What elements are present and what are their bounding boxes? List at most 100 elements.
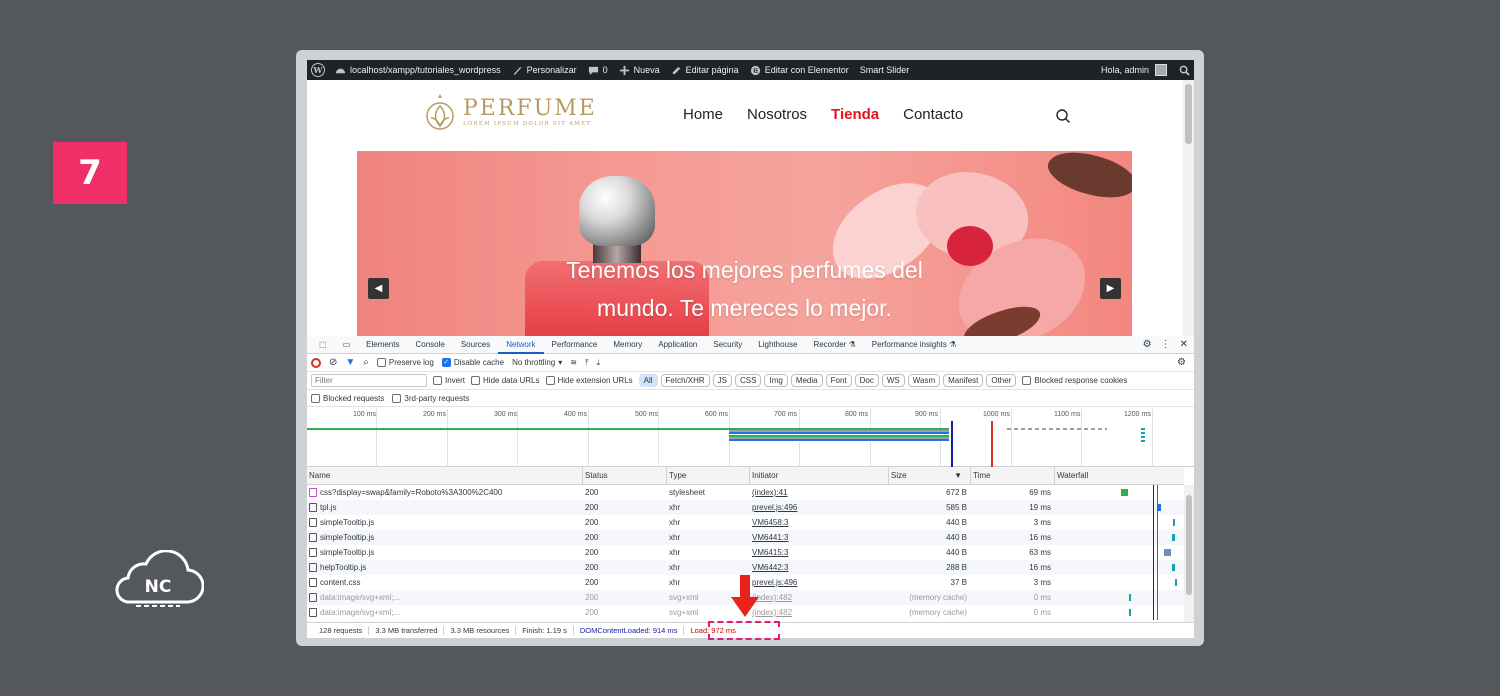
throttling-select[interactable]: No throttling ▾	[512, 358, 562, 367]
close-icon[interactable]: ✕	[1180, 339, 1188, 350]
tab-network[interactable]: Network	[498, 336, 544, 354]
tab-performance-insights[interactable]: Performance insights ⚗	[864, 336, 965, 354]
table-row[interactable]: css?display=swap&family=Roboto%3A300%2C4…	[307, 485, 1184, 500]
table-row[interactable]: simpleTooltip.js 200 xhr VM6415:3 440 B 63 ms	[307, 545, 1184, 560]
request-name-cell[interactable]: simpleTooltip.js	[307, 518, 583, 527]
column-header-type[interactable]: Type	[667, 467, 750, 485]
nav-item-contacto[interactable]: Contacto	[903, 106, 963, 123]
request-name-cell[interactable]: simpleTooltip.js	[307, 533, 583, 542]
tab-recorder[interactable]: Recorder ⚗	[805, 336, 863, 354]
requests-scrollbar-thumb[interactable]	[1186, 495, 1192, 595]
search-icon[interactable]: ⌕	[363, 357, 369, 368]
tab-elements[interactable]: Elements	[358, 336, 407, 354]
request-name-cell[interactable]: helpTooltip.js	[307, 563, 583, 572]
request-initiator-link[interactable]: (index):41	[750, 488, 889, 497]
preserve-log-checkbox[interactable]: Preserve log	[376, 358, 434, 367]
site-logo[interactable]: PERFUME LOREM IPSUM DOLOR SIT AMET	[425, 92, 597, 132]
customize-link[interactable]: Personalizar	[512, 65, 577, 76]
download-icon[interactable]: ⤓	[596, 358, 600, 368]
inspect-icon[interactable]: ⬚	[311, 336, 335, 354]
blocked-requests-checkbox[interactable]: Blocked requests	[311, 393, 384, 403]
edit-elementor-link[interactable]: Editar con Elementor	[750, 65, 849, 76]
table-row[interactable]: simpleTooltip.js 200 xhr VM6441:3 440 B 16 ms	[307, 530, 1184, 545]
blocked-cookies-checkbox[interactable]: Blocked response cookies	[1022, 376, 1127, 385]
request-initiator-link[interactable]: prevel.js:496	[750, 503, 889, 512]
disable-cache-checkbox[interactable]: ✓ Disable cache	[441, 358, 504, 367]
request-initiator-link[interactable]: VM6458:3	[750, 518, 889, 527]
column-header-name[interactable]: Name	[307, 467, 583, 485]
filter-manifest[interactable]: Manifest	[943, 374, 984, 387]
tab-lighthouse[interactable]: Lighthouse	[750, 336, 805, 354]
filter-fetch-xhr[interactable]: Fetch/XHR	[660, 374, 710, 387]
tab-performance[interactable]: Performance	[544, 336, 606, 354]
filter-wasm[interactable]: Wasm	[907, 374, 941, 387]
hide-extension-urls-checkbox[interactable]: Hide extension URLs	[545, 376, 633, 385]
column-header-time[interactable]: Time	[971, 467, 1055, 485]
invert-checkbox[interactable]: Invert	[433, 376, 465, 385]
page-scrollbar-thumb[interactable]	[1185, 84, 1192, 144]
network-settings-gear-icon[interactable]: ⚙	[1177, 357, 1186, 368]
column-header-size[interactable]: Size ▼	[889, 467, 971, 485]
table-row[interactable]: simpleTooltip.js 200 xhr VM6458:3 440 B 3 ms	[307, 515, 1184, 530]
nav-item-home[interactable]: Home	[683, 106, 723, 123]
blocked-requests-box[interactable]	[311, 393, 320, 403]
filter-ws[interactable]: WS	[881, 374, 905, 387]
filter-doc[interactable]: Doc	[854, 374, 879, 387]
request-name-cell[interactable]: data:image/svg+xml;...	[307, 593, 583, 602]
slider-prev-button[interactable]: ◀	[368, 278, 389, 299]
request-initiator-link[interactable]: VM6441:3	[750, 533, 889, 542]
request-name-cell[interactable]: content.css	[307, 578, 583, 587]
filter-input[interactable]	[311, 374, 427, 387]
request-name-cell[interactable]: data:image/svg+xml;...	[307, 608, 583, 617]
hide-extension-urls-box[interactable]	[545, 376, 555, 385]
hide-data-urls-box[interactable]	[471, 376, 481, 385]
column-header-waterfall[interactable]: Waterfall	[1055, 467, 1184, 482]
tab-application[interactable]: Application	[650, 336, 705, 354]
table-row[interactable]: tpl.js 200 xhr prevel.js:496 585 B 19 ms	[307, 500, 1184, 515]
filter-other[interactable]: Other	[986, 374, 1017, 387]
column-header-status[interactable]: Status	[583, 467, 667, 485]
search-icon[interactable]	[1179, 65, 1190, 76]
preserve-log-box[interactable]	[376, 358, 386, 367]
search-icon[interactable]	[1055, 108, 1071, 124]
comments-link[interactable]: 0	[588, 65, 608, 76]
filter-font[interactable]: Font	[825, 374, 852, 387]
filter-icon[interactable]: ▼	[345, 357, 355, 368]
third-party-checkbox[interactable]: 3rd-party requests	[392, 393, 469, 403]
filter-css[interactable]: CSS	[735, 374, 762, 387]
edit-page-link[interactable]: Editar página	[671, 65, 739, 76]
avatar[interactable]	[1155, 64, 1167, 76]
third-party-box[interactable]	[392, 393, 402, 403]
filter-all[interactable]: All	[638, 374, 658, 387]
request-initiator-link[interactable]: VM6415:3	[750, 548, 889, 557]
blocked-cookies-box[interactable]	[1022, 376, 1032, 385]
tab-console[interactable]: Console	[407, 336, 452, 354]
new-content-link[interactable]: Nueva	[619, 65, 660, 76]
tab-memory[interactable]: Memory	[605, 336, 650, 354]
nav-item-tienda[interactable]: Tienda	[831, 106, 879, 123]
invert-box[interactable]	[433, 376, 442, 385]
wordpress-logo-icon[interactable]: W	[311, 63, 325, 77]
upload-icon[interactable]: ⤒	[585, 358, 589, 368]
request-name-cell[interactable]: css?display=swap&family=Roboto%3A300%2C4…	[307, 488, 583, 497]
table-row[interactable]: helpTooltip.js 200 xhr VM6442:3 288 B 16 ms	[307, 560, 1184, 575]
smart-slider-link[interactable]: Smart Slider	[860, 65, 910, 75]
filter-js[interactable]: JS	[712, 374, 733, 387]
wifi-icon[interactable]: ≋	[570, 358, 577, 367]
column-header-initiator[interactable]: Initiator	[750, 467, 889, 485]
request-initiator-link[interactable]: prevel.js:496	[750, 578, 889, 587]
more-options-icon[interactable]: ⋮	[1161, 339, 1171, 350]
request-initiator-link[interactable]: VM6442:3	[750, 563, 889, 572]
disable-cache-box[interactable]: ✓	[441, 358, 451, 367]
filter-img[interactable]: Img	[764, 374, 788, 387]
filter-media[interactable]: Media	[790, 374, 823, 387]
tab-sources[interactable]: Sources	[453, 336, 498, 354]
admin-site-link[interactable]: localhost/xampp/tutoriales_wordpress	[335, 65, 501, 76]
slider-next-button[interactable]: ▶	[1100, 278, 1121, 299]
device-toggle-icon[interactable]: ▭	[335, 336, 359, 354]
gear-icon[interactable]: ⚙	[1143, 339, 1152, 350]
request-initiator-link[interactable]: (index):482	[750, 608, 889, 617]
clear-icon[interactable]: ⊘	[329, 357, 337, 368]
request-name-cell[interactable]: simpleTooltip.js	[307, 548, 583, 557]
record-icon[interactable]	[311, 357, 321, 368]
